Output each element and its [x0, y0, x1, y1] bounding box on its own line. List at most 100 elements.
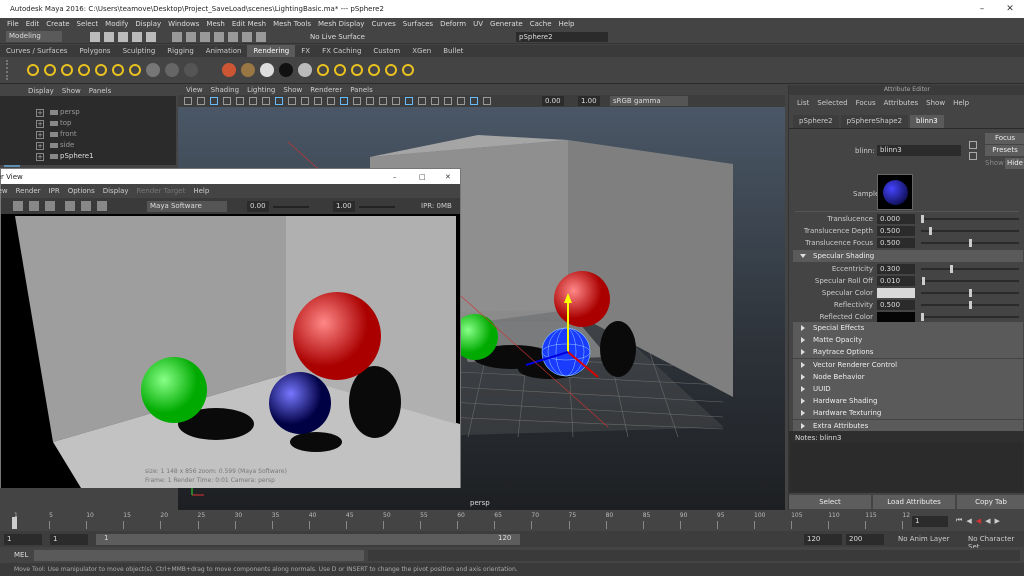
viewport-tool-icon[interactable]: [223, 97, 231, 105]
notes-textarea[interactable]: [791, 443, 1023, 491]
viewport-tool-icon[interactable]: [327, 97, 335, 105]
expand-icon[interactable]: +: [36, 120, 44, 128]
ipr-render-icon[interactable]: [351, 64, 363, 76]
viewport-tool-icon[interactable]: [236, 97, 244, 105]
viewport-menu-shading[interactable]: Shading: [211, 86, 239, 94]
exposure-field[interactable]: 0.00: [542, 96, 564, 106]
section-matte-opacity[interactable]: Matte Opacity: [793, 334, 1023, 347]
viewport-tool-icon[interactable]: [418, 97, 426, 105]
menu-edit-mesh[interactable]: Edit Mesh: [232, 20, 266, 28]
outliner-item-side[interactable]: + side: [0, 140, 176, 151]
slider-knob[interactable]: [922, 277, 925, 285]
display-icon[interactable]: [81, 201, 91, 211]
outliner-item-front[interactable]: + front: [0, 129, 176, 140]
output-connection-icon[interactable]: [969, 152, 977, 160]
menu-file[interactable]: File: [7, 20, 19, 28]
ipr-icon[interactable]: [29, 201, 39, 211]
ae-menu-selected[interactable]: Selected: [817, 99, 847, 107]
viewport-tool-icon[interactable]: [483, 97, 491, 105]
spot-light-icon[interactable]: [61, 64, 73, 76]
section-uuid[interactable]: UUID: [793, 383, 1023, 395]
slider-knob[interactable]: [921, 215, 924, 223]
viewport-tool-icon[interactable]: [457, 97, 465, 105]
attr-value-field[interactable]: 0.000: [877, 214, 915, 224]
ramp-material-icon[interactable]: [222, 63, 236, 77]
menu-select[interactable]: Select: [77, 20, 99, 28]
input-connection-icon[interactable]: [969, 141, 977, 149]
renderer-dropdown[interactable]: Maya Software: [147, 201, 227, 212]
render-view-icon[interactable]: [334, 64, 346, 76]
shelf-tab-bullet[interactable]: Bullet: [437, 45, 469, 57]
attr-value-field[interactable]: 0.300: [877, 264, 915, 274]
menu-display[interactable]: Display: [135, 20, 161, 28]
use-background-icon[interactable]: [279, 63, 293, 77]
command-input[interactable]: [34, 550, 364, 561]
viewport-menu-panels[interactable]: Panels: [350, 86, 373, 94]
menu-modify[interactable]: Modify: [105, 20, 128, 28]
viewport-menu-lighting[interactable]: Lighting: [247, 86, 275, 94]
viewport-tool-icon[interactable]: [301, 97, 309, 105]
render-menu-display[interactable]: Display: [103, 187, 129, 195]
time-slider[interactable]: 1 5 10 15 20 25 30 35 40 45 50 55 60 65 70 75 80 85 90 95 10…: [0, 511, 1024, 531]
viewport-tool-icon[interactable]: [275, 97, 283, 105]
render-menu-render-target[interactable]: Render Target: [137, 187, 186, 195]
viewport-tool-icon[interactable]: [392, 97, 400, 105]
render-menu-help[interactable]: Help: [193, 187, 209, 195]
live-surface-label[interactable]: No Live Surface: [310, 33, 365, 41]
section-hardware-shading[interactable]: Hardware Shading: [793, 395, 1023, 408]
render-close-button[interactable]: ✕: [445, 173, 451, 181]
menu-mesh-tools[interactable]: Mesh Tools: [273, 20, 311, 28]
menu-uv[interactable]: UV: [473, 20, 483, 28]
section-hardware-texturing[interactable]: Hardware Texturing: [793, 407, 1023, 420]
phong-material-icon[interactable]: [184, 63, 198, 77]
render-gamma-field[interactable]: 1.00: [333, 201, 355, 212]
menu-mesh-display[interactable]: Mesh Display: [318, 20, 364, 28]
snapshot-icon[interactable]: [97, 201, 107, 211]
animation-end-field[interactable]: 200: [846, 534, 884, 545]
render-minimize-button[interactable]: –: [393, 173, 397, 181]
layered-material-icon[interactable]: [241, 63, 255, 77]
viewport-tool-icon[interactable]: [197, 97, 205, 105]
presets-button[interactable]: Presets: [985, 145, 1024, 156]
menu-help[interactable]: Help: [559, 20, 575, 28]
render-exposure-field[interactable]: 0.00: [247, 201, 269, 212]
step-back-frame-icon[interactable]: ◀: [976, 517, 981, 525]
minimize-button[interactable]: –: [968, 0, 996, 18]
outliner-item-top[interactable]: + top: [0, 118, 176, 129]
directional-light-icon[interactable]: [44, 64, 56, 76]
slider-knob[interactable]: [969, 289, 972, 297]
viewport-menu-view[interactable]: View: [186, 86, 203, 94]
sphere-light-icon[interactable]: [129, 64, 141, 76]
attr-value-field[interactable]: 0.500: [877, 300, 915, 310]
menu-generate[interactable]: Generate: [490, 20, 523, 28]
attr-slider[interactable]: [921, 215, 1019, 223]
current-time-marker[interactable]: [12, 517, 17, 529]
viewport-menu-show[interactable]: Show: [283, 86, 302, 94]
shelf-tab-sculpting[interactable]: Sculpting: [117, 45, 162, 57]
section-vector-renderer-control[interactable]: Vector Renderer Control: [793, 358, 1023, 371]
render-menu-view[interactable]: View: [0, 187, 8, 195]
outliner-menu-panels[interactable]: Panels: [89, 87, 112, 95]
viewport-menu-renderer[interactable]: Renderer: [310, 86, 342, 94]
hide-button[interactable]: Hide: [1005, 158, 1024, 169]
render-menu-options[interactable]: Options: [68, 187, 95, 195]
menu-mesh[interactable]: Mesh: [206, 20, 224, 28]
shelf-tab-custom[interactable]: Custom: [367, 45, 406, 57]
rendered-image[interactable]: size: 1 148 x 856 zoom: 0.599 (Maya Soft…: [1, 214, 460, 488]
render-menu-render[interactable]: Render: [16, 187, 41, 195]
object-name-field[interactable]: pSphere2: [516, 32, 608, 42]
anisotropic-material-icon[interactable]: [203, 63, 217, 77]
play-back-icon[interactable]: ◀: [985, 517, 990, 525]
go-to-start-icon[interactable]: ⏮: [956, 516, 962, 525]
surface-shader-icon[interactable]: [260, 63, 274, 77]
section-special-effects[interactable]: Special Effects: [793, 322, 1023, 334]
menu-deform[interactable]: Deform: [440, 20, 466, 28]
attr-slider[interactable]: [921, 289, 1019, 297]
shading-map-icon[interactable]: [298, 63, 312, 77]
attr-slider[interactable]: [921, 313, 1019, 321]
viewport-tool-icon[interactable]: [379, 97, 387, 105]
lambert-material-icon[interactable]: [165, 63, 179, 77]
shelf-tab-curves-surfaces[interactable]: Curves / Surfaces: [0, 45, 73, 57]
attr-slider[interactable]: [921, 301, 1019, 309]
range-bar[interactable]: 1 120: [96, 534, 520, 545]
